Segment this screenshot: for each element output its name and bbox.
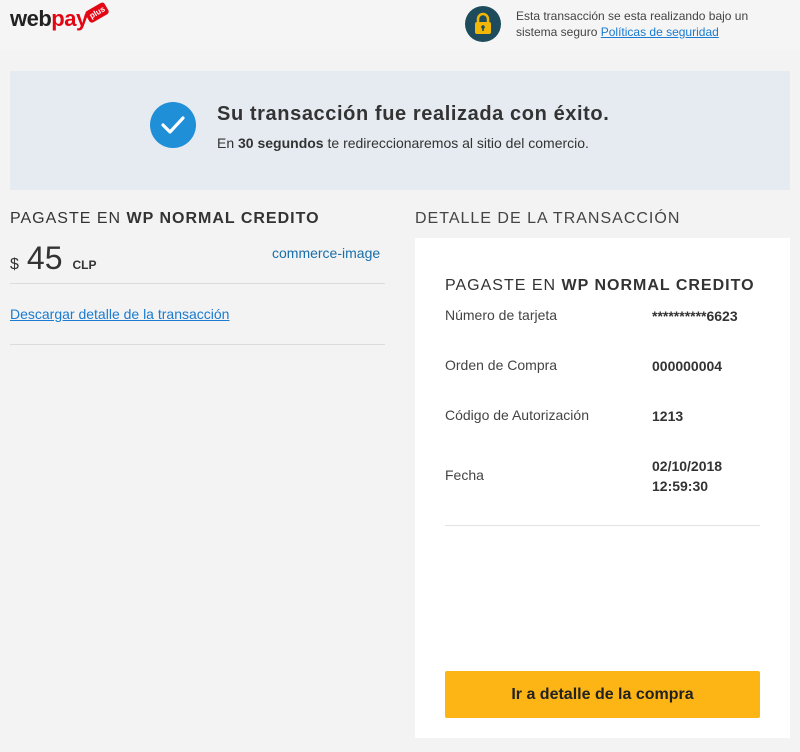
header-bar: web pay plus Esta transacción se esta real…	[0, 0, 800, 50]
secure-notice: Esta transacción se esta realizando bajo…	[516, 9, 749, 39]
commerce-image: commerce-image	[272, 245, 381, 261]
redirect-seconds: 30 segundos	[238, 135, 324, 151]
auth-code-value: 1213	[652, 408, 684, 424]
security-policy-link[interactable]: Políticas de seguridad	[601, 25, 719, 39]
amount: $ 45 CLP	[10, 240, 97, 277]
currency-code: CLP	[72, 258, 97, 272]
detail-heading: DETALLE DE LA TRANSACCIÓN	[415, 210, 681, 227]
date-label: Fecha	[445, 467, 484, 483]
download-detail-link[interactable]: Descargar detalle de la transacción	[10, 306, 229, 322]
divider	[10, 344, 385, 345]
webpay-plus-logo: web pay plus	[10, 1, 110, 34]
date-value: 02/10/2018 12:59:30	[652, 458, 723, 494]
redirect-notice: En 30 segundos te redireccionaremos al s…	[217, 135, 589, 151]
card-number-label: Número de tarjeta	[445, 307, 558, 323]
success-title: Su transacción fue realizada con éxito.	[217, 103, 610, 125]
card-paid-at-heading: PAGASTE EN WP NORMAL CREDITO	[445, 277, 755, 294]
lock-icon	[465, 6, 501, 42]
success-banner: Su transacción fue realizada con éxito. …	[10, 71, 790, 190]
card-number-value: **********6623	[652, 308, 738, 324]
divider	[10, 283, 385, 284]
go-to-purchase-detail-button[interactable]: Ir a detalle de la compra	[445, 671, 760, 718]
check-icon	[150, 102, 196, 148]
transaction-detail-card: PAGASTE EN WP NORMAL CREDITO Número de t…	[415, 238, 790, 738]
order-value: 000000004	[652, 358, 723, 374]
paid-at-heading: PAGASTE EN WP NORMAL CREDITO	[10, 210, 320, 227]
divider	[445, 525, 760, 526]
auth-code-label: Código de Autorización	[445, 407, 589, 423]
currency-symbol: $	[10, 256, 19, 273]
order-label: Orden de Compra	[445, 357, 558, 373]
amount-value: 45	[26, 240, 63, 276]
